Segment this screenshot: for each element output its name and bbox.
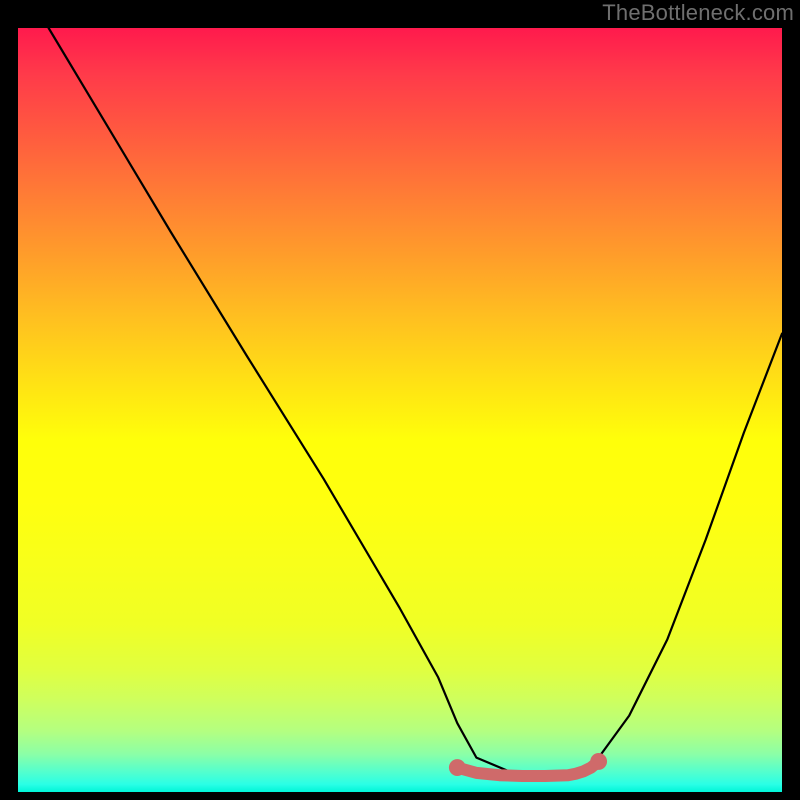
attribution-link[interactable]: TheBottleneck.com xyxy=(602,0,794,26)
chart-frame xyxy=(18,28,782,792)
optimal-band xyxy=(457,761,598,776)
bottleneck-curve xyxy=(49,28,782,776)
optimal-end-marker xyxy=(590,753,607,770)
chart-svg xyxy=(18,28,782,792)
optimal-start-marker xyxy=(449,759,466,776)
